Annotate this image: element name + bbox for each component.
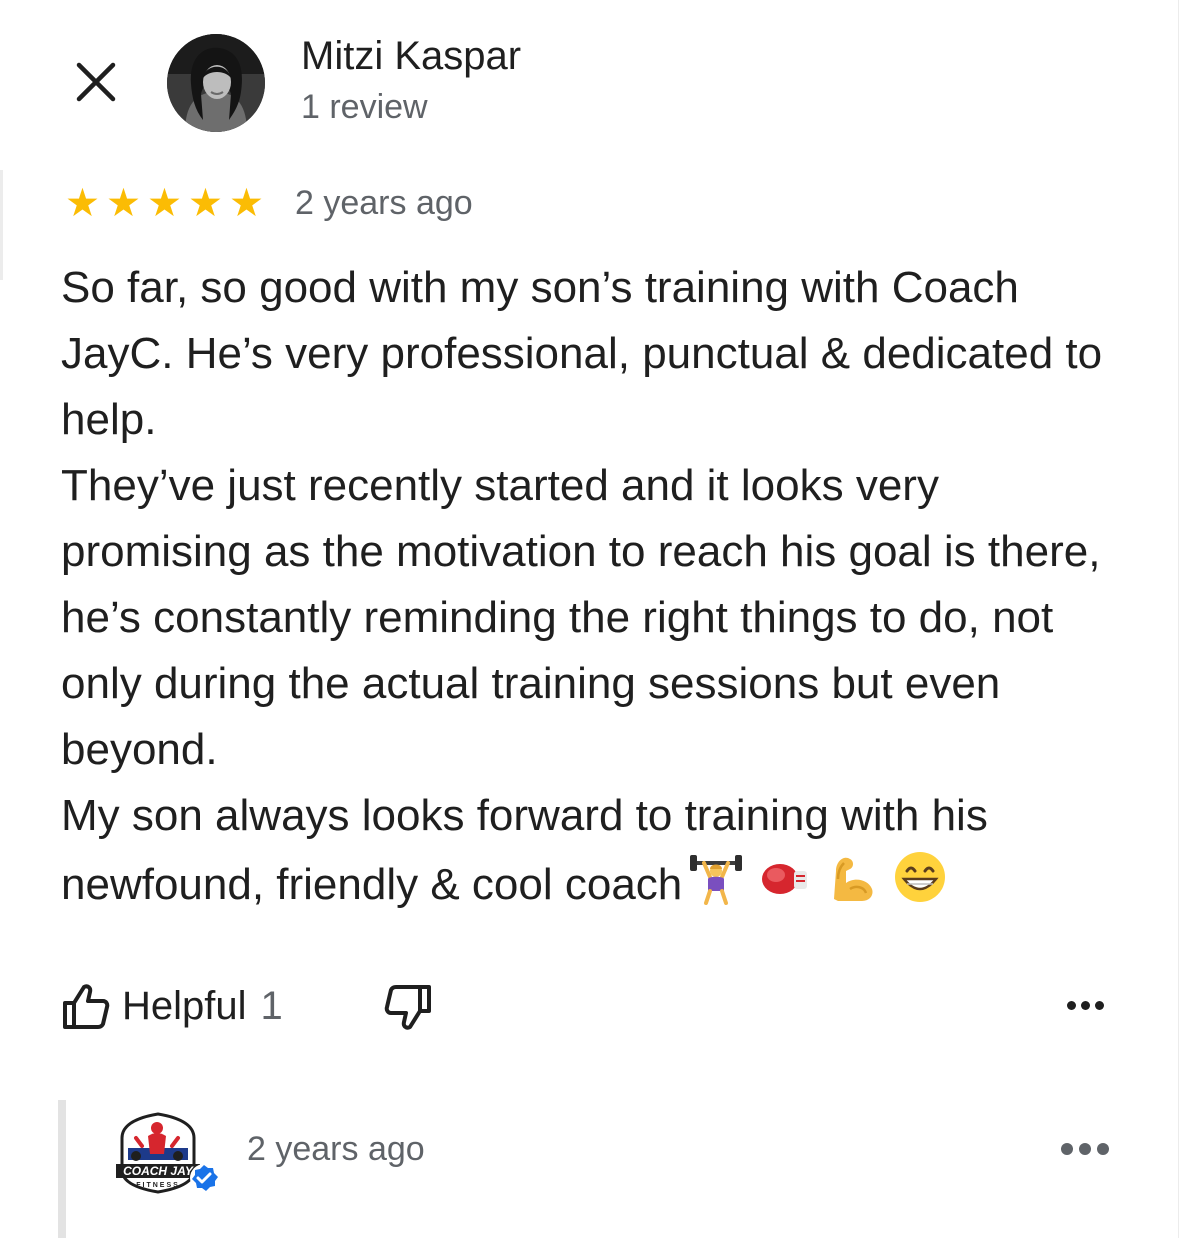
review-paragraph: They’ve just recently started and it loo… [61,461,1101,774]
helpful-count: 1 [260,983,283,1028]
reply-indent-bar [58,1100,66,1238]
helpful-label: Helpful [122,983,247,1028]
review-date: 2 years ago [295,184,473,222]
grinning-face-emoji [895,852,946,902]
boxing-glove-emoji [762,864,808,894]
helpful-button[interactable]: Helpful 1 [60,978,283,1034]
flexed-biceps-emoji [834,857,873,901]
star-icon: ★ [147,182,182,225]
not-helpful-button[interactable] [378,978,440,1038]
weightlifter-emoji [690,855,743,905]
close-icon [76,62,116,102]
star-icon: ★ [188,182,223,225]
star-icon: ★ [106,182,141,225]
more-options-icon [1061,1143,1073,1155]
review-paragraph: So far, so good with my son’s training w… [61,263,1103,444]
close-button[interactable] [66,52,126,112]
review-count: 1 review [301,88,428,126]
emoji-group [688,849,948,905]
review-more-options-button[interactable] [1050,985,1120,1025]
reply-more-options-button[interactable] [1050,1132,1120,1166]
thumbs-down-icon [384,985,431,1030]
owner-logo-subtext: FITNESS [136,1182,180,1189]
owner-logo-text: COACH JAY [123,1164,194,1178]
review-text: So far, so good with my son’s training w… [61,255,1141,918]
thumbs-up-icon [63,984,110,1029]
review-paragraph: My son always looks forward to training … [61,783,1141,918]
star-rating: ★ ★ ★ ★ ★ [62,184,267,224]
owner-logo[interactable]: COACH JAY FITNESS [112,1108,222,1198]
verified-badge-icon [190,1164,218,1192]
more-options-icon [1066,1000,1076,1010]
left-divider [0,170,3,280]
review-detail-page: Mitzi Kaspar 1 review ★ ★ ★ ★ ★ 2 years … [0,0,1179,1238]
reviewer-avatar[interactable] [167,34,265,132]
reply-date: 2 years ago [247,1130,425,1168]
star-icon: ★ [229,182,264,225]
reviewer-name[interactable]: Mitzi Kaspar [301,34,521,79]
star-icon: ★ [65,182,100,225]
avatar-photo [167,34,265,132]
